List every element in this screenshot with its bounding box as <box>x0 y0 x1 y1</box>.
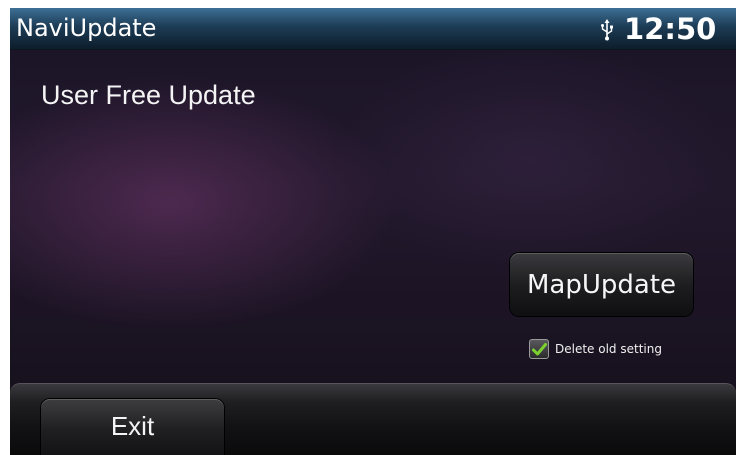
delete-old-setting-option[interactable]: Delete old setting <box>529 338 662 360</box>
bottom-bar: Exit <box>10 383 736 455</box>
clock: 12:50 <box>624 12 717 46</box>
status-bar: NaviUpdate 12:50 <box>10 8 736 50</box>
navi-update-screen: NaviUpdate 12:50 User Free Update MapUpd… <box>10 8 736 455</box>
exit-button[interactable]: Exit <box>41 399 224 455</box>
map-update-button[interactable]: MapUpdate <box>510 253 693 316</box>
app-title: NaviUpdate <box>16 14 157 42</box>
usb-icon <box>601 19 613 41</box>
check-icon <box>532 343 547 356</box>
map-update-label: MapUpdate <box>526 269 677 300</box>
exit-label: Exit <box>110 410 155 441</box>
page-heading: User Free Update <box>41 80 256 110</box>
delete-old-setting-checkbox[interactable] <box>529 339 549 359</box>
delete-old-setting-label: Delete old setting <box>555 342 662 356</box>
